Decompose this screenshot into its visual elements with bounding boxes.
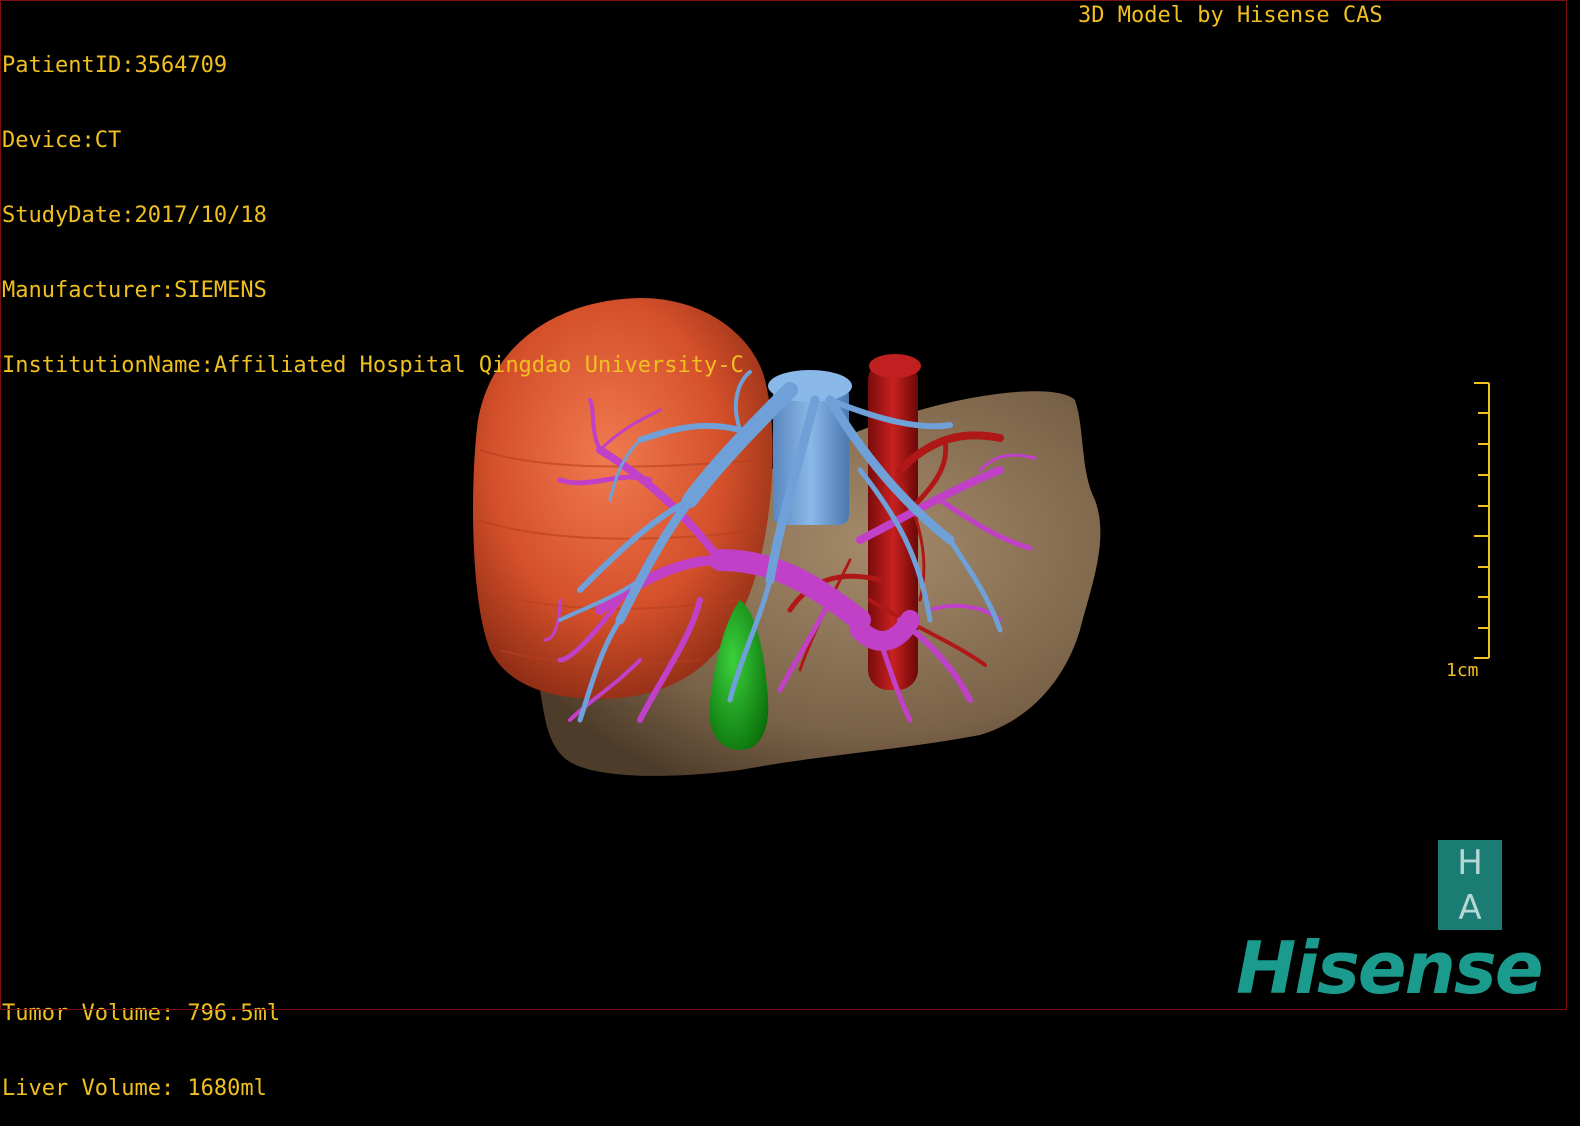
patient-info: PatientID:3564709 Device:CT StudyDate:20… (2, 3, 744, 403)
liver-volume: Liver Volume: 1680ml (2, 1076, 267, 1101)
manufacturer: Manufacturer:SIEMENS (2, 278, 267, 303)
device: Device:CT (2, 128, 122, 153)
institution-name: InstitutionName:Affiliated Hospital Qing… (2, 353, 744, 378)
volume-info: Tumor Volume: 796.5ml Liver Volume: 1680… (2, 951, 280, 1126)
model-credit: 3D Model by Hisense CAS (1078, 3, 1383, 28)
hisense-logo: Hisense (1236, 926, 1544, 1010)
study-date: StudyDate:2017/10/18 (2, 203, 267, 228)
ha-badge-bottom-letter: A (1458, 887, 1482, 928)
tumor-volume: Tumor Volume: 796.5ml (2, 1001, 281, 1026)
scale-bar (1474, 382, 1490, 659)
scale-label: 1cm (1446, 660, 1479, 681)
patient-id: PatientID:3564709 (2, 53, 228, 78)
ha-badge: H A (1438, 840, 1502, 930)
ha-badge-top-letter: H (1457, 842, 1483, 883)
